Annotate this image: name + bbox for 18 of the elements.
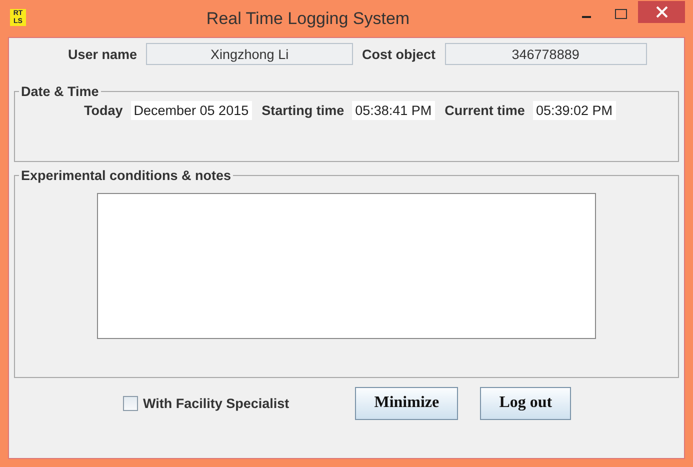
field-label: Today xyxy=(84,103,123,118)
field-value: December 05 2015 xyxy=(130,101,252,120)
field-value: 05:39:02 PM xyxy=(532,101,616,120)
field-label: Current time xyxy=(444,103,525,118)
window-title: Real Time Logging System xyxy=(205,8,411,28)
user-name-label: User name xyxy=(68,46,138,62)
panel-title: Experimental conditions & notes xyxy=(20,168,232,183)
panel-title: Date & Time xyxy=(20,84,100,99)
checkbox-label: With Facility Specialist xyxy=(143,396,290,410)
checkbox[interactable] xyxy=(123,396,138,410)
cost-object-label: Cost object xyxy=(362,46,436,62)
field-label: Starting time xyxy=(262,103,344,118)
field-value: 05:38:41 PM xyxy=(352,101,435,120)
action-button[interactable]: Minimize xyxy=(355,386,458,420)
close-icon[interactable] xyxy=(638,1,685,23)
action-button[interactable]: Log out xyxy=(480,386,572,420)
user-name-field[interactable]: Xingzhong Li xyxy=(146,43,354,65)
cost-object-field[interactable]: 346778889 xyxy=(444,43,647,65)
